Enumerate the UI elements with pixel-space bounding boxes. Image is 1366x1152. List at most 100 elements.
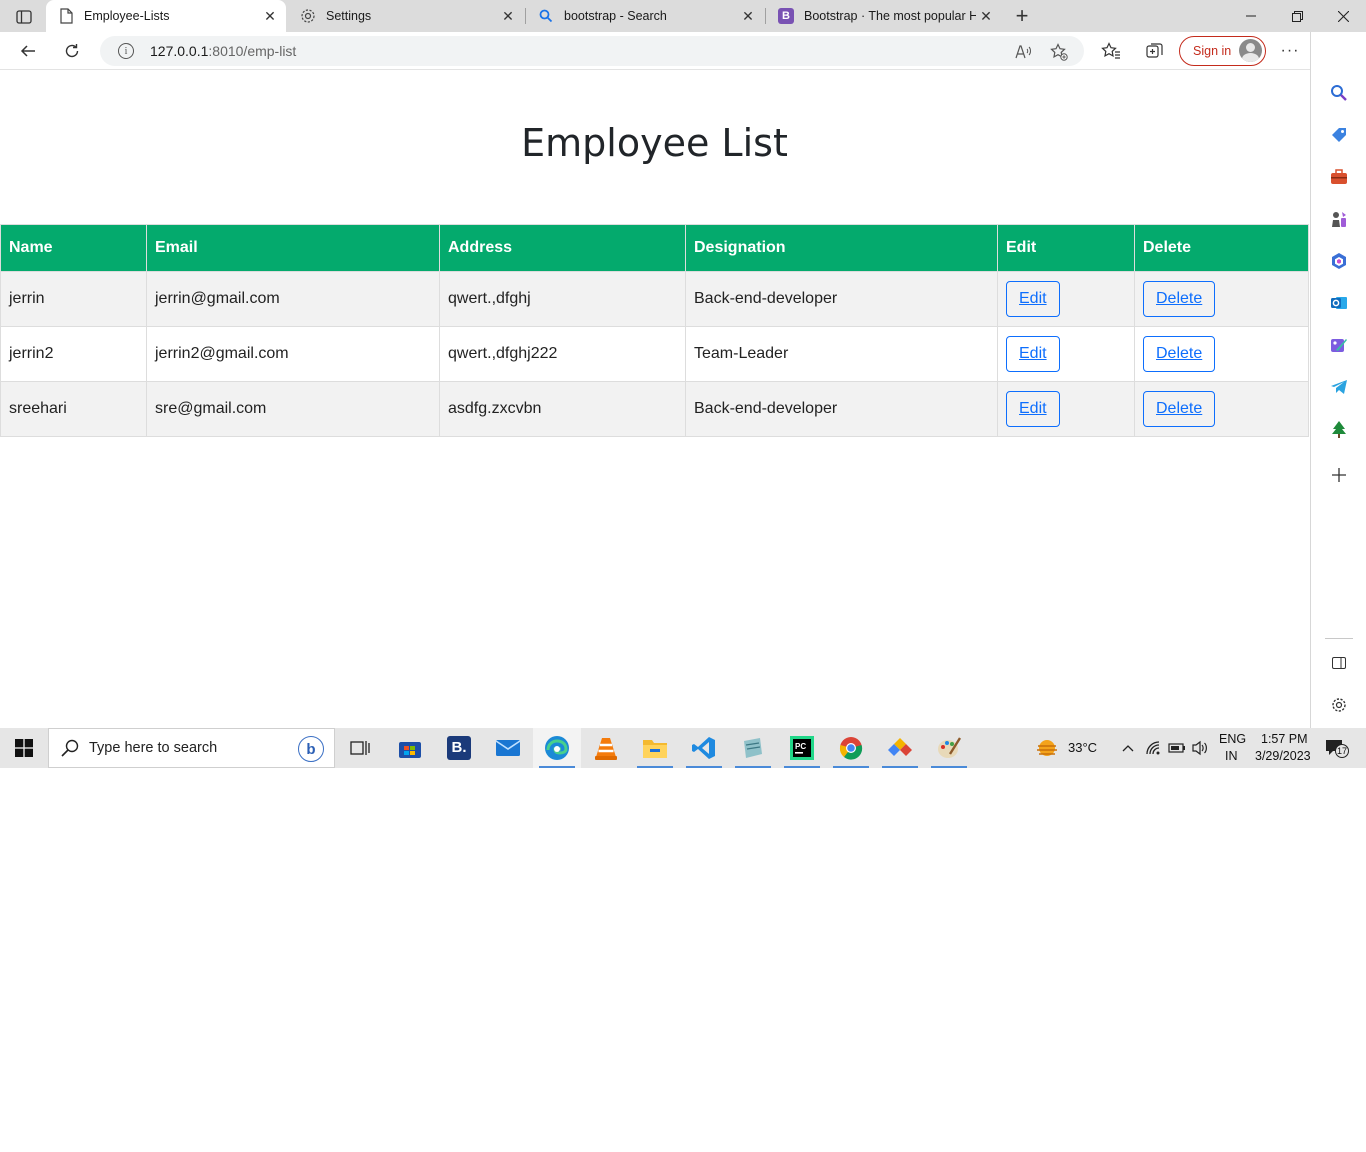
cell-email: jerrin@gmail.com (146, 271, 440, 327)
edit-button[interactable]: Edit (1006, 391, 1060, 427)
search-icon (538, 8, 554, 24)
address-bar[interactable]: i 127.0.0.1:8010/emp-list (100, 36, 1084, 66)
volume-icon[interactable] (1190, 738, 1210, 758)
new-tab-button[interactable]: + (1010, 3, 1034, 28)
minimize-button[interactable] (1228, 0, 1274, 32)
pycharm-icon[interactable]: PC (778, 728, 826, 768)
cell-name: jerrin2 (0, 326, 147, 382)
edge-sidebar (1310, 32, 1366, 728)
clock-date[interactable]: 3/29/2023 (1255, 749, 1311, 763)
collections-icon[interactable] (1144, 40, 1166, 62)
close-icon[interactable]: ✕ (976, 6, 996, 26)
edge-browser-icon[interactable] (533, 728, 581, 768)
clock-time[interactable]: 1:57 PM (1261, 732, 1308, 746)
refresh-button[interactable] (58, 37, 86, 65)
table-header-row: Name Email Address Designation Edit Dele… (0, 224, 1309, 272)
microsoft-store-icon[interactable] (386, 728, 434, 768)
tab-employee-lists[interactable]: Employee-Lists ✕ (46, 0, 286, 32)
windows-logo-icon (15, 739, 33, 757)
avatar (1239, 39, 1262, 62)
network-icon[interactable] (1144, 738, 1164, 758)
weather-icon[interactable] (1036, 738, 1058, 758)
battery-icon[interactable] (1167, 738, 1187, 758)
microsoft365-icon[interactable] (1328, 250, 1350, 272)
designer-icon[interactable] (1328, 334, 1350, 356)
tab-bootstrap-search[interactable]: bootstrap - Search ✕ (526, 0, 764, 32)
search-icon[interactable] (1328, 82, 1350, 104)
tools-briefcase-icon[interactable] (1328, 166, 1350, 188)
add-icon[interactable] (1328, 464, 1350, 486)
bing-icon[interactable]: b (298, 736, 324, 762)
file-explorer-icon[interactable] (631, 728, 679, 768)
close-window-button[interactable] (1320, 0, 1366, 32)
cell-email: sre@gmail.com (146, 381, 440, 437)
tab-bootstrap-home[interactable]: B Bootstrap · The most popular HT ✕ (766, 0, 1002, 32)
region-indicator: IN (1225, 749, 1238, 763)
start-button[interactable] (0, 728, 48, 768)
games-icon[interactable] (1328, 208, 1350, 230)
read-aloud-icon[interactable] (1012, 41, 1034, 63)
cell-designation: Back-end-developer (685, 271, 998, 327)
edit-button[interactable]: Edit (1006, 281, 1060, 317)
info-icon[interactable]: i (118, 43, 134, 59)
edit-button[interactable]: Edit (1006, 336, 1060, 372)
tab-title: Employee-Lists (84, 9, 170, 23)
page-title: Employee List (521, 121, 788, 165)
task-view-icon[interactable] (336, 728, 384, 768)
git-app-icon[interactable] (876, 728, 924, 768)
notification-center-icon[interactable]: 17 (1324, 738, 1350, 758)
favorites-icon[interactable] (1100, 40, 1122, 62)
cell-delete: Delete (1134, 381, 1309, 437)
weather-temperature[interactable]: 33°C (1068, 740, 1097, 755)
tab-title: bootstrap - Search (564, 9, 667, 23)
gear-icon[interactable] (1328, 694, 1350, 716)
table-row: jerrin2 jerrin2@gmail.com qwert.,dfghj22… (0, 326, 1309, 382)
language-indicator[interactable]: ENG (1219, 732, 1246, 746)
vscode-icon[interactable] (680, 728, 728, 768)
browser-toolbar: i 127.0.0.1:8010/emp-list Sign in ··· (0, 32, 1366, 70)
windows-taskbar: Type here to search b B. PC 33°C ENG IN … (0, 728, 1366, 768)
taskbar-search-input[interactable]: Type here to search b (48, 728, 335, 768)
back-button[interactable] (14, 37, 42, 65)
header-edit: Edit (997, 224, 1135, 272)
outlook-icon[interactable] (1328, 292, 1350, 314)
vlc-icon[interactable] (582, 728, 630, 768)
close-icon[interactable]: ✕ (738, 6, 758, 26)
chrome-icon[interactable] (827, 728, 875, 768)
header-email: Email (146, 224, 440, 272)
tab-settings[interactable]: Settings ✕ (288, 0, 524, 32)
restore-button[interactable] (1274, 0, 1320, 32)
close-icon[interactable]: ✕ (498, 6, 518, 26)
cell-email: jerrin2@gmail.com (146, 326, 440, 382)
shopping-tag-icon[interactable] (1328, 124, 1350, 146)
mail-icon[interactable] (484, 728, 532, 768)
delete-button[interactable]: Delete (1143, 281, 1216, 317)
cell-address: asdfg.zxcvbn (439, 381, 686, 437)
booking-app-icon[interactable]: B. (435, 728, 483, 768)
tree-icon[interactable] (1328, 418, 1350, 440)
tab-actions-icon[interactable] (10, 6, 38, 28)
cell-designation: Team-Leader (685, 326, 998, 382)
table-row: jerrin jerrin@gmail.com qwert.,dfghj Bac… (0, 271, 1309, 327)
delete-button[interactable]: Delete (1143, 336, 1216, 372)
sidebar-panel-icon[interactable] (1328, 652, 1350, 674)
add-favorite-icon[interactable] (1048, 41, 1070, 63)
delete-button[interactable]: Delete (1143, 391, 1216, 427)
chevron-up-icon[interactable] (1118, 738, 1138, 758)
header-name: Name (0, 224, 147, 272)
gear-icon (300, 8, 316, 24)
cell-designation: Back-end-developer (685, 381, 998, 437)
notepad-app-icon[interactable] (729, 728, 777, 768)
close-icon[interactable]: ✕ (260, 6, 280, 26)
paint-icon[interactable] (925, 728, 973, 768)
telegram-icon[interactable] (1328, 376, 1350, 398)
sign-in-label: Sign in (1193, 44, 1232, 58)
url-path: :8010/emp-list (208, 43, 297, 59)
more-options-icon[interactable]: ··· (1280, 40, 1300, 62)
tab-title: Bootstrap · The most popular HT (804, 9, 976, 23)
page-content: Employee List Name Email Address Designa… (0, 71, 1309, 728)
sign-in-button[interactable]: Sign in (1179, 36, 1266, 66)
cell-address: qwert.,dfghj222 (439, 326, 686, 382)
notification-count: 17 (1337, 746, 1348, 756)
employee-table: Name Email Address Designation Edit Dele… (0, 224, 1309, 437)
